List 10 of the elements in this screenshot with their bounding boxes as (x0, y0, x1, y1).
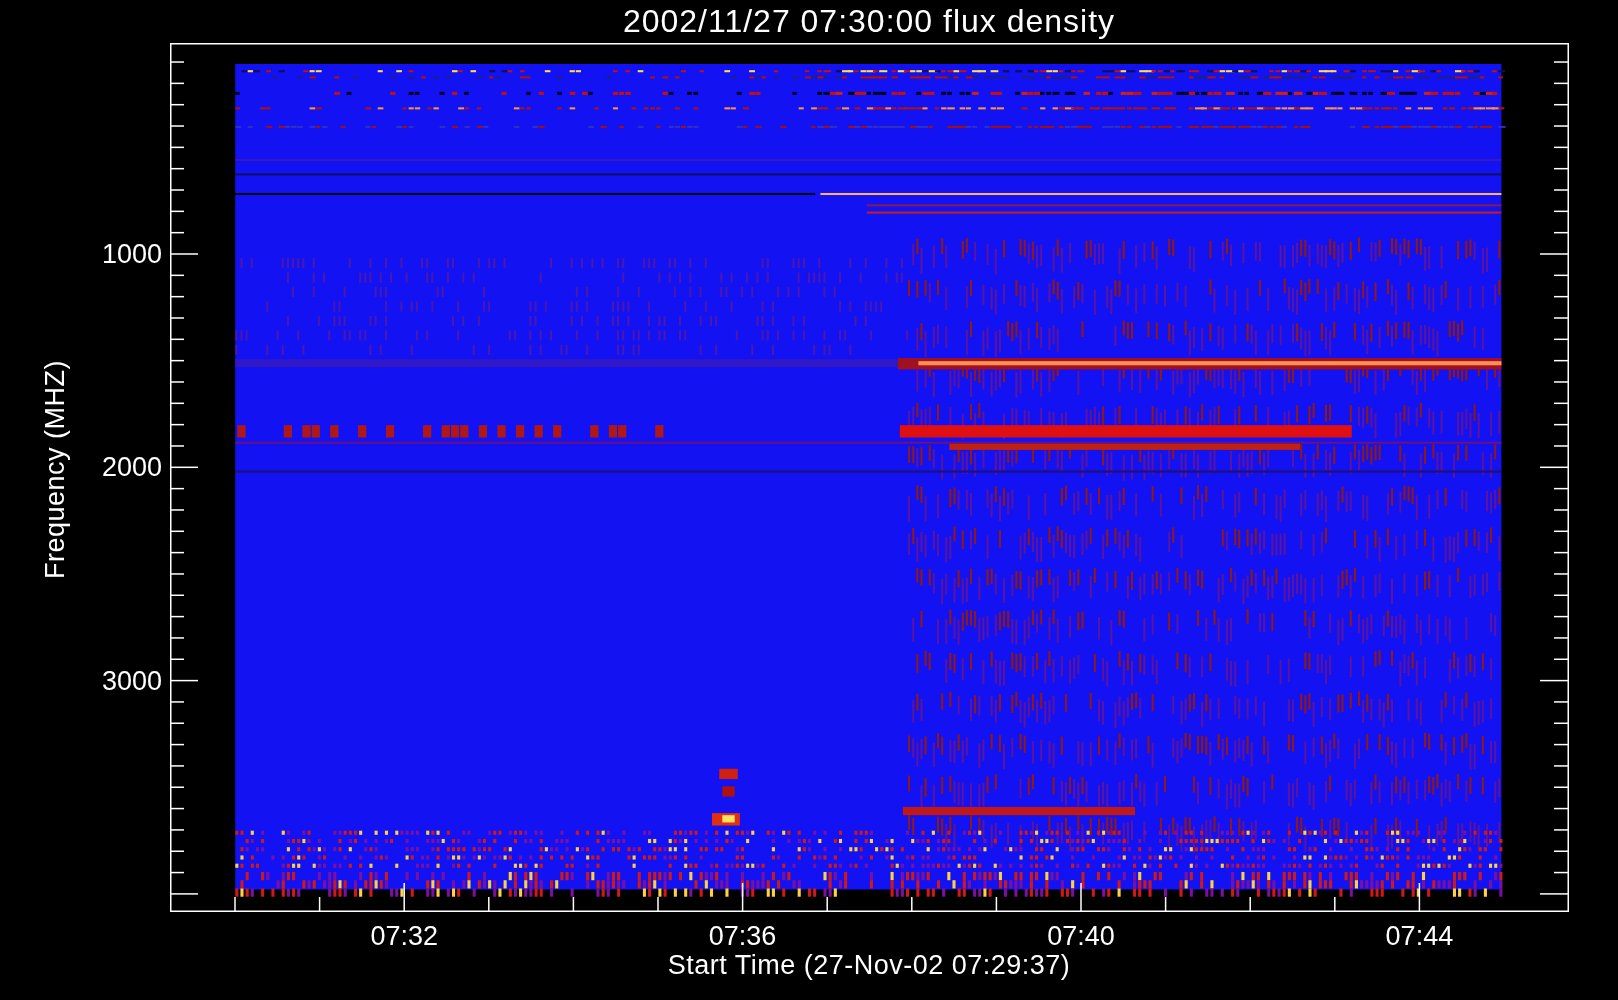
x-axis-label: Start Time (27-Nov-02 07:29:37) (667, 949, 1071, 981)
y-tick-label: 1000 (101, 239, 162, 269)
x-tick-label: 07:32 (370, 921, 438, 951)
chart-title: 2002/11/27 07:30:00 flux density (622, 2, 1116, 41)
x-tick-label: 07:44 (1385, 921, 1454, 951)
y-tick-label: 3000 (101, 665, 162, 696)
x-tick-label: 07:36 (708, 921, 777, 951)
x-tick-label: 07:40 (1047, 921, 1115, 951)
y-axis-label: Frequency (MHZ) (40, 360, 71, 580)
y-tick-label: 2000 (101, 452, 162, 483)
